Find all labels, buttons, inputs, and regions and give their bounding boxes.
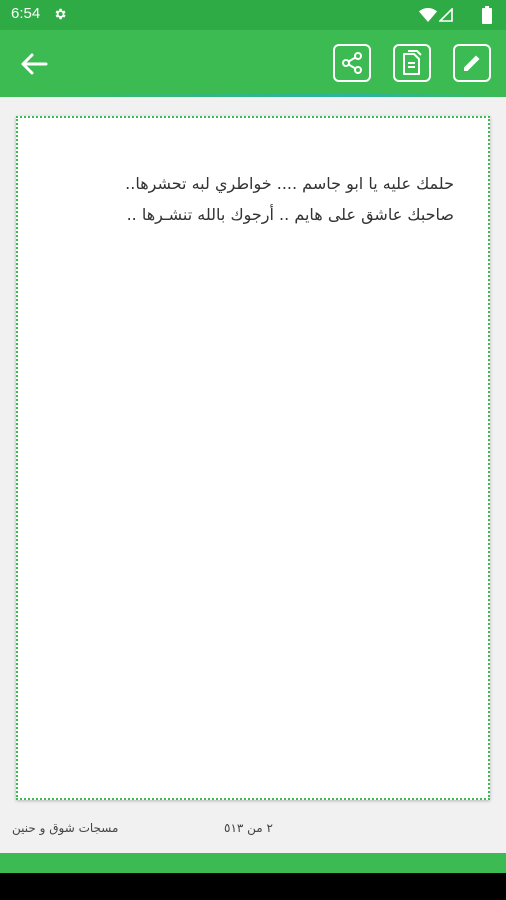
bottom-bar [0,853,506,873]
wifi-icon [419,8,437,22]
status-time: 6:54 [11,5,41,22]
share-button[interactable] [333,44,371,82]
message-counter: ٢ من ٥١٣ [224,821,273,835]
system-nav-bar [0,873,506,900]
edit-button[interactable] [453,44,491,82]
copy-button[interactable] [393,44,431,82]
share-icon [342,52,362,74]
settings-gear-icon [55,8,66,20]
battery-icon [482,6,492,24]
message-card: حلمك عليه يا ابو جاسم .... خواطري لبه تح… [16,116,490,800]
status-bar: 6:54 [0,0,506,30]
message-text: حلمك عليه يا ابو جاسم .... خواطري لبه تح… [125,174,454,224]
signal-icon [439,8,453,22]
copy-icon [403,50,422,75]
category-label: مسجات شوق و حنين [12,821,119,835]
app-bar [0,30,506,97]
app-bar-accent [0,94,506,97]
edit-icon [464,55,480,71]
arrow-left-icon[interactable] [20,52,48,76]
